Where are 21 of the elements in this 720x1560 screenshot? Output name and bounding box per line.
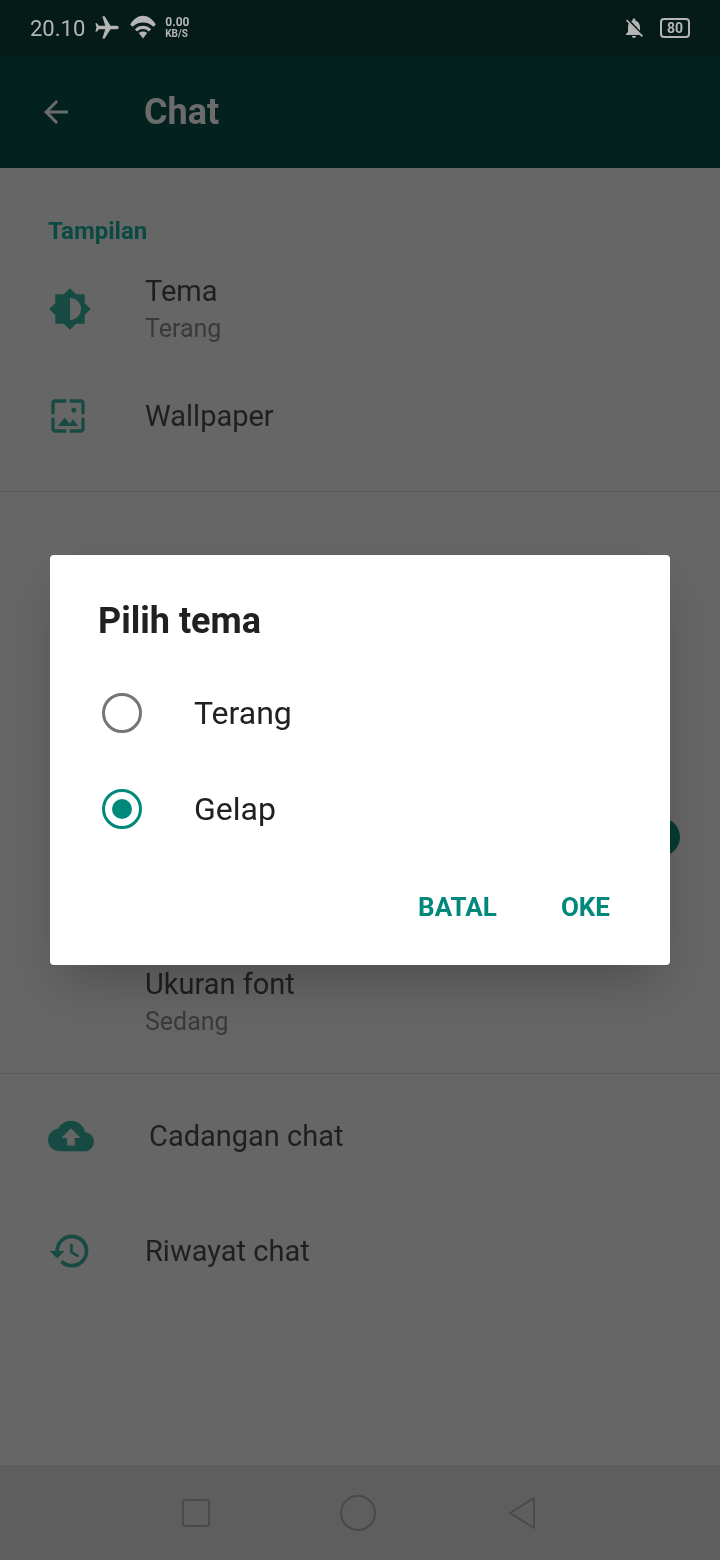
status-time: 20.10 (30, 14, 86, 43)
network-speed: 0.00 (165, 16, 190, 28)
setting-title[interactable]: Cadangan chat (149, 1116, 344, 1156)
radio-option[interactable]: Terang (50, 665, 670, 761)
screen-title: Chat (144, 90, 220, 135)
airplane-icon (93, 14, 122, 42)
radio-button[interactable] (102, 789, 142, 829)
dialog-title: Pilih tema (98, 599, 262, 643)
dialog-button[interactable]: BATAL (396, 879, 519, 935)
radio-button[interactable] (102, 693, 142, 733)
image-icon (48, 396, 88, 436)
setting-title[interactable]: Tema (145, 271, 222, 311)
setting-title[interactable]: Riwayat chat (145, 1231, 310, 1271)
battery-indicator: 80 (659, 18, 690, 38)
network-speed-unit: KB/S (165, 28, 189, 40)
setting-title[interactable]: Ukuran font (145, 964, 295, 1004)
dialog-button[interactable]: OKE (538, 879, 632, 935)
radio-option[interactable]: Gelap (50, 761, 670, 857)
section-header: Tampilan (47, 216, 149, 247)
brightness-icon (48, 287, 92, 331)
setting-title[interactable]: Wallpaper (145, 396, 274, 436)
